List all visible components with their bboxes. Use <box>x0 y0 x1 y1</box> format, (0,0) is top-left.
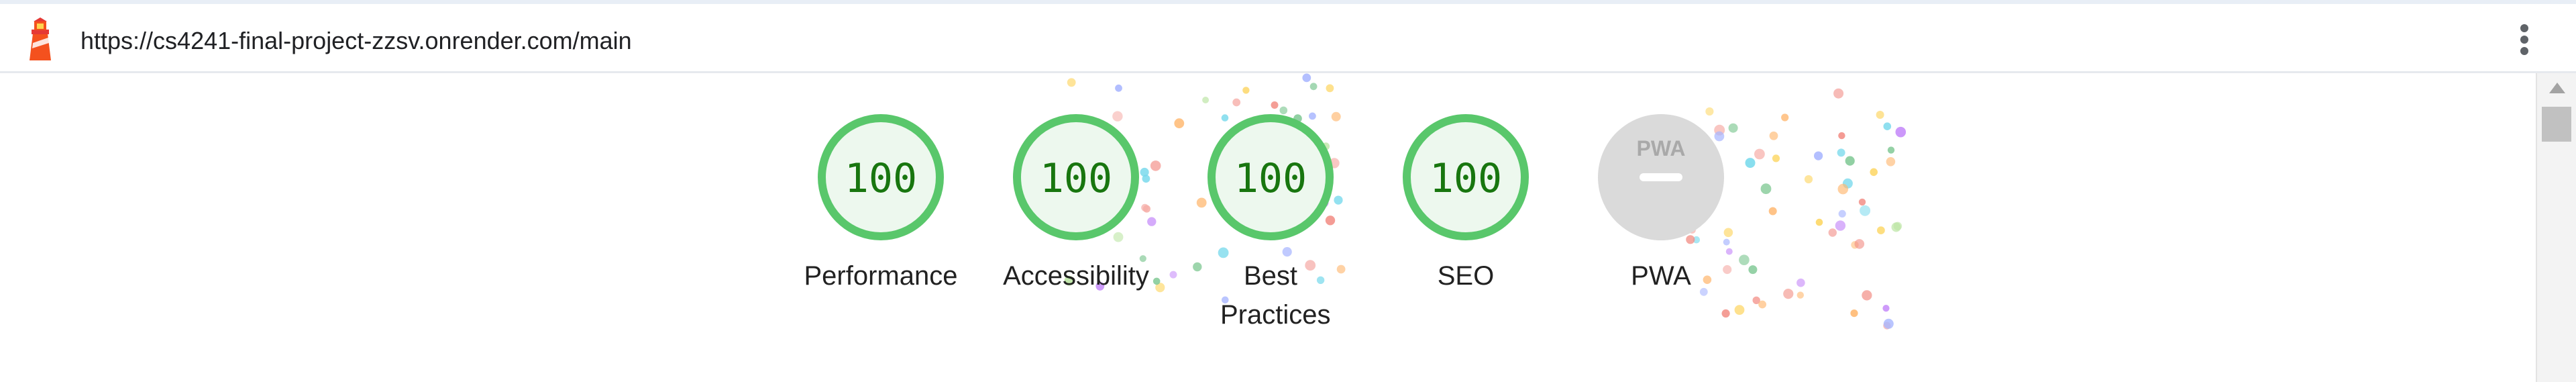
confetti-dot <box>1783 289 1794 299</box>
gauge-seo-label: SEO <box>1437 261 1495 291</box>
confetti-dot <box>1814 151 1823 160</box>
confetti-dot <box>1067 78 1076 87</box>
confetti-dot <box>1891 222 1901 232</box>
scroll-thumb[interactable] <box>2542 107 2571 142</box>
confetti-dot <box>1734 305 1745 315</box>
confetti-dot <box>1232 98 1241 107</box>
confetti-dot <box>1854 239 1865 249</box>
confetti-dot <box>1796 291 1804 299</box>
pwa-badge-icon: PWA <box>1598 114 1724 240</box>
gauge-accessibility-label: Accessibility <box>1003 261 1149 291</box>
gauge-seo-ring: 100 <box>1403 114 1529 240</box>
gauge-seo-score: 100 <box>1430 155 1502 202</box>
kebab-menu-icon[interactable] <box>2509 23 2540 56</box>
confetti-dot <box>1752 296 1760 304</box>
confetti-dot <box>1858 198 1866 206</box>
gauge-accessibility[interactable]: 100 Accessibility <box>975 110 1177 295</box>
confetti-dot <box>1860 205 1871 216</box>
gauge-pwa[interactable]: PWA PWA <box>1560 110 1762 295</box>
confetti-dot <box>1302 73 1311 83</box>
confetti-dot <box>1115 84 1122 92</box>
confetti-dot <box>1768 207 1777 216</box>
confetti-dot <box>1838 209 1846 218</box>
confetti-dot <box>1837 183 1849 195</box>
confetti-dot <box>1721 309 1730 318</box>
confetti-dot <box>1835 220 1846 231</box>
confetti-dot <box>1862 290 1872 301</box>
confetti-dot <box>1838 132 1845 140</box>
confetti-dot <box>1876 111 1884 119</box>
confetti-dot <box>1895 126 1907 138</box>
confetti-dot <box>1804 175 1813 184</box>
confetti-dot <box>1242 87 1250 94</box>
gauge-pwa-label: PWA <box>1631 261 1691 291</box>
confetti-dot <box>1758 300 1767 309</box>
confetti-dot <box>1760 183 1772 195</box>
confetti-dot <box>1845 156 1855 166</box>
confetti-dot <box>1870 168 1878 177</box>
report-topbar: https://cs4241-final-project-zzsv.onrend… <box>0 8 2576 73</box>
confetti-dot <box>1883 318 1894 329</box>
confetti-dot <box>1851 241 1859 249</box>
gauge-accessibility-ring: 100 <box>1013 114 1139 240</box>
gauge-performance-label: Performance <box>804 261 958 291</box>
lighthouse-icon <box>30 17 51 60</box>
gauge-best-practices[interactable]: 100 Best Practices <box>1170 110 1371 334</box>
confetti-dot <box>1309 83 1318 91</box>
confetti-dot <box>1850 309 1858 318</box>
confetti-dot <box>1842 178 1853 189</box>
confetti-dot <box>1796 278 1805 287</box>
page-url: https://cs4241-final-project-zzsv.onrend… <box>80 27 632 54</box>
vertical-scrollbar[interactable] <box>2536 73 2576 382</box>
scores-panel: 100 Performance 100 Accessibility 100 Be… <box>0 73 2536 382</box>
confetti-dot <box>1877 226 1885 234</box>
confetti-dot <box>1887 146 1895 154</box>
pwa-badge-text: PWA <box>1637 136 1686 160</box>
confetti-dot <box>1828 228 1837 237</box>
confetti-dot <box>1886 157 1896 166</box>
confetti-dot <box>1326 84 1334 93</box>
scroll-up-icon[interactable] <box>2549 83 2565 93</box>
confetti-dot <box>1781 113 1789 122</box>
gauge-seo[interactable]: 100 SEO <box>1365 110 1566 295</box>
confetti-dot <box>1893 222 1902 231</box>
gauge-performance[interactable]: 100 Performance <box>780 110 981 295</box>
confetti-dot <box>1833 88 1844 99</box>
confetti-dot <box>1882 305 1890 312</box>
gauge-performance-score: 100 <box>845 155 917 202</box>
confetti-dot <box>1883 322 1891 330</box>
gauge-accessibility-score: 100 <box>1040 155 1112 202</box>
confetti-dot <box>1837 148 1845 157</box>
confetti-dot <box>1271 101 1279 109</box>
gauge-best-practices-label: Best Practices <box>1220 261 1331 330</box>
gauge-best-practices-ring: 100 <box>1208 114 1334 240</box>
lighthouse-report-frame: https://cs4241-final-project-zzsv.onrend… <box>0 0 2576 382</box>
gauge-performance-ring: 100 <box>818 114 944 240</box>
confetti-dot <box>1769 131 1778 140</box>
gauge-best-practices-score: 100 <box>1234 155 1307 202</box>
confetti-dot <box>1883 122 1892 130</box>
confetti-dot <box>1772 154 1780 162</box>
confetti-dot <box>1202 97 1210 103</box>
confetti-dot <box>1815 218 1823 226</box>
